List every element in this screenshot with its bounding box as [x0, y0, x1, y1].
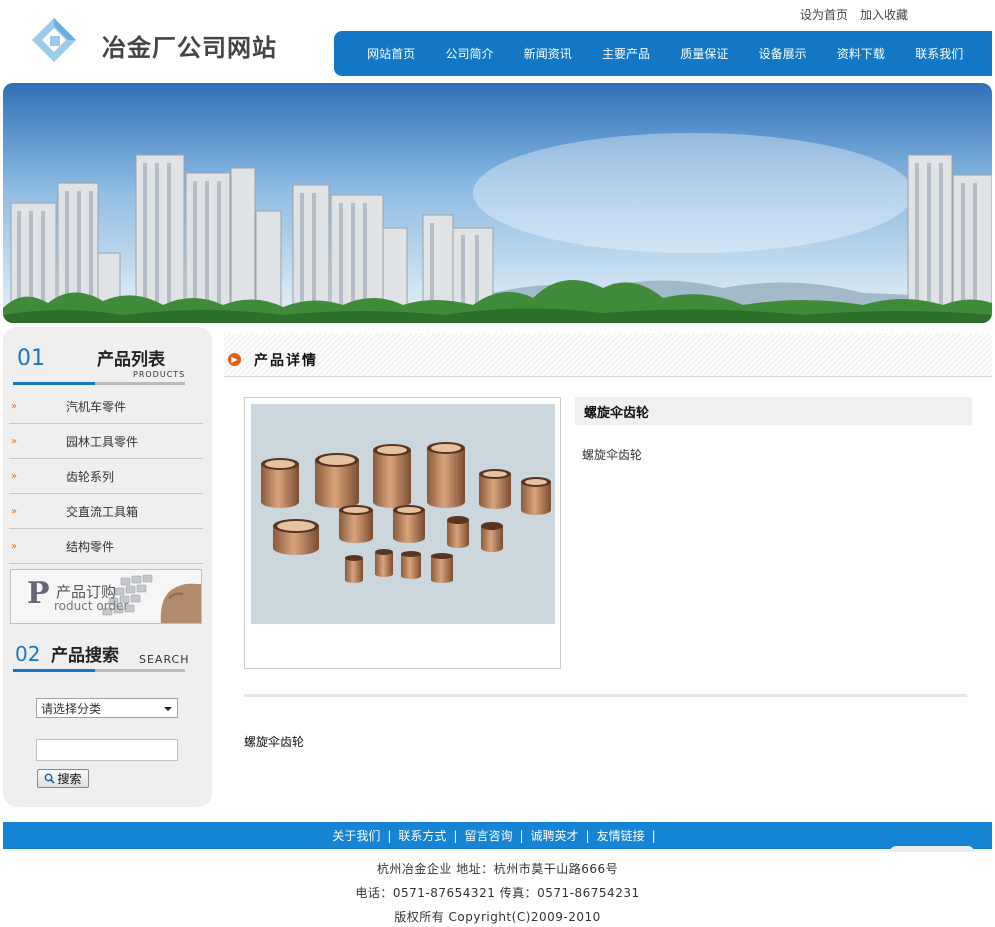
- nav-about[interactable]: 公司简介: [430, 45, 508, 62]
- footer-company: 杭州冶金企业 地址：杭州市莫干山路666号: [376, 862, 619, 876]
- footer-link-careers[interactable]: 诚聘英才: [531, 827, 579, 844]
- nav-home[interactable]: 网站首页: [352, 45, 430, 62]
- category-label: 园林工具零件: [66, 434, 139, 449]
- category-label: 汽机车零件: [66, 399, 127, 414]
- arrow-circle-icon: ▶: [228, 353, 241, 366]
- page: 设为首页 加入收藏 冶金厂公司网站 网站首页 公司简介 新闻资讯 主要产品 质量…: [0, 0, 995, 927]
- nav-downloads[interactable]: 资料下载: [822, 45, 900, 62]
- search-subtitle: SEARCH: [139, 653, 190, 666]
- category-item-garden-tools[interactable]: » 园林工具零件: [9, 424, 203, 459]
- order-subtitle: roduct order: [54, 599, 129, 613]
- section-header: ▶ 产品详情: [224, 333, 992, 377]
- order-letter: P: [27, 576, 50, 611]
- products-subtitle: PRODUCTS: [133, 370, 186, 379]
- search-button-label: 搜索: [57, 772, 82, 786]
- add-favorite-link[interactable]: 加入收藏: [860, 6, 908, 23]
- city-skyline-image: [3, 83, 992, 323]
- search-heading-underline: [13, 669, 185, 672]
- double-chevron-icon: »: [11, 470, 18, 482]
- nav-quality[interactable]: 质量保证: [665, 45, 743, 62]
- footer-separator: |: [651, 828, 656, 843]
- footer-contact: 电话：0571-87654321 传真：0571-86754231: [355, 886, 640, 900]
- products-number: 01: [17, 346, 45, 371]
- double-chevron-icon: »: [11, 505, 18, 517]
- category-item-auto-parts[interactable]: » 汽机车零件: [9, 389, 203, 424]
- category-label: 齿轮系列: [66, 469, 115, 484]
- category-select-value: 请选择分类: [41, 701, 102, 716]
- category-item-toolboxes[interactable]: » 交直流工具箱: [9, 494, 203, 529]
- product-summary: 螺旋伞齿轮: [582, 448, 643, 462]
- set-homepage-link[interactable]: 设为首页: [800, 6, 848, 23]
- footer-separator: |: [387, 828, 392, 843]
- logo-diamond-icon: [32, 18, 76, 62]
- double-chevron-icon: »: [11, 435, 18, 447]
- category-select[interactable]: 请选择分类: [36, 698, 178, 718]
- footer-nav: 关于我们 | 联系方式 | 留言咨询 | 诚聘英才 | 友情链接 |: [3, 822, 992, 849]
- products-heading: 01 产品列表 PRODUCTS: [13, 341, 185, 387]
- category-list: » 汽机车零件 » 园林工具零件 » 齿轮系列 » 交直流工具箱 » 结构零件: [9, 389, 203, 564]
- product-order-banner[interactable]: P 产品订购 roduct order: [10, 569, 202, 624]
- footer-link-message[interactable]: 留言咨询: [464, 827, 512, 844]
- products-title: 产品列表: [97, 350, 165, 370]
- nav-contact[interactable]: 联系我们: [900, 45, 978, 62]
- category-label: 交直流工具箱: [66, 504, 139, 519]
- product-image-frame: [244, 397, 561, 669]
- nav-news[interactable]: 新闻资讯: [509, 45, 587, 62]
- footer-decor-tab: [890, 846, 974, 852]
- search-heading: 02 产品搜索 SEARCH: [13, 639, 189, 679]
- site-title: 冶金厂公司网站: [102, 33, 277, 62]
- city-banner: [3, 83, 992, 323]
- double-chevron-icon: »: [11, 540, 18, 552]
- bronze-bushings-image: [261, 442, 551, 583]
- footer-link-friends[interactable]: 友情链接: [597, 827, 645, 844]
- footer-copyright: 版权所有 Copyright(C)2009-2010: [394, 910, 601, 924]
- products-heading-underline: [13, 382, 185, 385]
- search-input[interactable]: [36, 739, 178, 761]
- category-item-gears[interactable]: » 齿轮系列: [9, 459, 203, 494]
- footer-link-contact[interactable]: 联系方式: [398, 827, 446, 844]
- footer-separator: |: [519, 828, 524, 843]
- section-title: 产品详情: [254, 353, 318, 369]
- double-chevron-icon: »: [11, 400, 18, 412]
- search-icon: [45, 773, 56, 784]
- product-photo[interactable]: [251, 404, 555, 624]
- product-name-heading: 螺旋伞齿轮: [575, 397, 972, 425]
- product-detail: 螺旋伞齿轮: [244, 735, 305, 749]
- footer-link-about[interactable]: 关于我们: [332, 827, 380, 844]
- nav-products[interactable]: 主要产品: [587, 45, 665, 62]
- category-label: 结构零件: [66, 539, 115, 554]
- footer-separator: |: [585, 828, 590, 843]
- search-button[interactable]: 搜索: [37, 769, 89, 788]
- site-logo[interactable]: 冶金厂公司网站: [30, 14, 320, 74]
- content-divider: [244, 694, 967, 697]
- nav-equipment[interactable]: 设备展示: [743, 45, 821, 62]
- sidebar: 01 产品列表 PRODUCTS » 汽机车零件 » 园林工具零件 » 齿轮系列…: [3, 327, 212, 807]
- search-title: 产品搜索: [51, 646, 119, 666]
- footer-separator: |: [453, 828, 458, 843]
- category-item-structural-parts[interactable]: » 结构零件: [9, 529, 203, 564]
- main-nav: 网站首页 公司简介 新闻资讯 主要产品 质量保证 设备展示 资料下载 联系我们: [334, 31, 992, 76]
- top-links: 设为首页 加入收藏: [800, 6, 908, 23]
- chevron-down-icon: [164, 707, 172, 711]
- search-number: 02: [15, 642, 41, 666]
